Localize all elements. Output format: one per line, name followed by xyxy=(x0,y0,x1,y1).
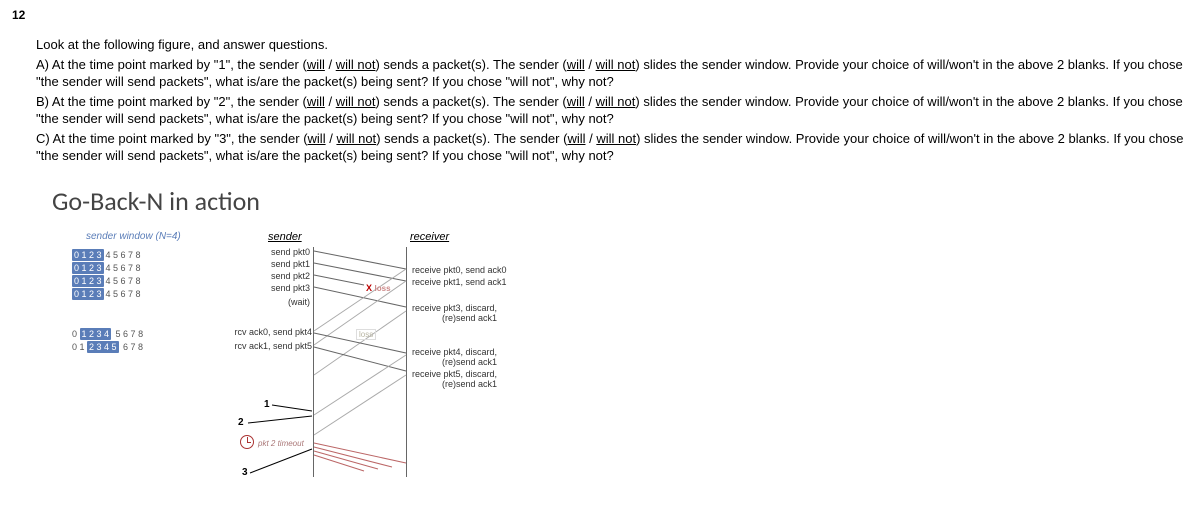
text: ) sends a packet(s). The sender ( xyxy=(376,131,567,146)
choice-willnot: will not xyxy=(336,57,376,72)
window-box: 2 3 4 5 xyxy=(87,341,119,353)
receiver-event: receive pkt4, discard, xyxy=(412,347,497,357)
sender-heading: sender xyxy=(268,231,302,243)
loss-label-box: loss xyxy=(356,329,376,340)
choice-willnot: will not xyxy=(596,94,636,109)
loss-icon: X loss xyxy=(366,283,391,293)
choice-will: will xyxy=(307,57,325,72)
window-box: 0 1 2 3 xyxy=(72,262,104,274)
window-box: 0 1 2 3 xyxy=(72,249,104,261)
sender-event: send pkt1 xyxy=(230,259,310,269)
window-states-top: 0 1 2 34 5 6 7 8 0 1 2 34 5 6 7 8 0 1 2 … xyxy=(72,249,141,301)
text: A) At the time point marked by "1", the … xyxy=(36,57,307,72)
text: 4 5 6 7 8 xyxy=(106,276,141,286)
receiver-event: receive pkt3, discard, xyxy=(412,303,497,313)
choice-willnot: will not xyxy=(596,131,636,146)
sender-event: (wait) xyxy=(230,297,310,307)
prompt-part-a: A) At the time point marked by "1", the … xyxy=(36,56,1188,91)
choice-will: will xyxy=(567,94,585,109)
text: / xyxy=(325,94,336,109)
choice-willnot: will not xyxy=(336,94,376,109)
sender-window-label: sender window (N=4) xyxy=(86,231,181,242)
window-box: 0 1 2 3 xyxy=(72,275,104,287)
text: 5 6 7 8 xyxy=(113,329,143,339)
sender-event: rcv ack0, send pkt4 xyxy=(212,327,312,337)
question-number: 12 xyxy=(12,8,1188,22)
sender-event: rcv ack1, send pkt5 xyxy=(212,341,312,351)
clock-icon xyxy=(240,435,254,449)
receiver-event: receive pkt1, send ack1 xyxy=(412,277,507,287)
receiver-event: (re)send ack1 xyxy=(442,357,497,367)
time-marker-2: 2 xyxy=(238,417,244,428)
packet-arrows xyxy=(312,247,408,477)
receiver-event: (re)send ack1 xyxy=(442,379,497,389)
text: 0 xyxy=(72,329,80,339)
window-states-mid: 0 1 2 3 4 5 6 7 8 0 1 2 3 4 5 6 7 8 xyxy=(72,328,143,354)
figure: sender window (N=4) sender receiver 0 1 … xyxy=(72,223,1188,523)
x-icon: X xyxy=(366,283,372,293)
text: ) sends a packet(s). The sender ( xyxy=(375,94,566,109)
sender-event: send pkt3 xyxy=(230,283,310,293)
text: B) At the time point marked by "2", the … xyxy=(36,94,307,109)
choice-willnot: will not xyxy=(336,131,376,146)
choice-will: will xyxy=(308,131,326,146)
question-prompt: Look at the following figure, and answer… xyxy=(36,36,1188,165)
sender-event: send pkt0 xyxy=(230,247,310,257)
window-box: 0 1 2 3 xyxy=(72,288,104,300)
receiver-event: receive pkt5, discard, xyxy=(412,369,497,379)
choice-willnot: will not xyxy=(596,57,636,72)
sender-event: send pkt2 xyxy=(230,271,310,281)
text: C) At the time point marked by "3", the … xyxy=(36,131,308,146)
text: 0 1 xyxy=(72,342,87,352)
window-box: 1 2 3 4 xyxy=(80,328,112,340)
choice-will: will xyxy=(567,131,585,146)
timeout-label: pkt 2 timeout xyxy=(258,439,304,448)
prompt-lead: Look at the following figure, and answer… xyxy=(36,36,1188,54)
choice-will: will xyxy=(567,57,585,72)
text: 4 5 6 7 8 xyxy=(106,289,141,299)
receiver-event: receive pkt0, send ack0 xyxy=(412,265,507,275)
text: / xyxy=(585,57,596,72)
text: ) sends a packet(s). The sender ( xyxy=(375,57,566,72)
receiver-event: (re)send ack1 xyxy=(442,313,497,323)
text: / xyxy=(325,57,336,72)
text: 4 5 6 7 8 xyxy=(106,263,141,273)
receiver-heading: receiver xyxy=(410,231,449,243)
text: / xyxy=(585,94,596,109)
prompt-part-c: C) At the time point marked by "3", the … xyxy=(36,130,1188,165)
text: 4 5 6 7 8 xyxy=(106,250,141,260)
text: / xyxy=(586,131,597,146)
figure-title: Go-Back-N in action xyxy=(52,185,1188,217)
text: / xyxy=(326,131,337,146)
choice-will: will xyxy=(307,94,325,109)
text: 6 7 8 xyxy=(121,342,144,352)
prompt-part-b: B) At the time point marked by "2", the … xyxy=(36,93,1188,128)
loss-label: loss xyxy=(375,284,391,293)
